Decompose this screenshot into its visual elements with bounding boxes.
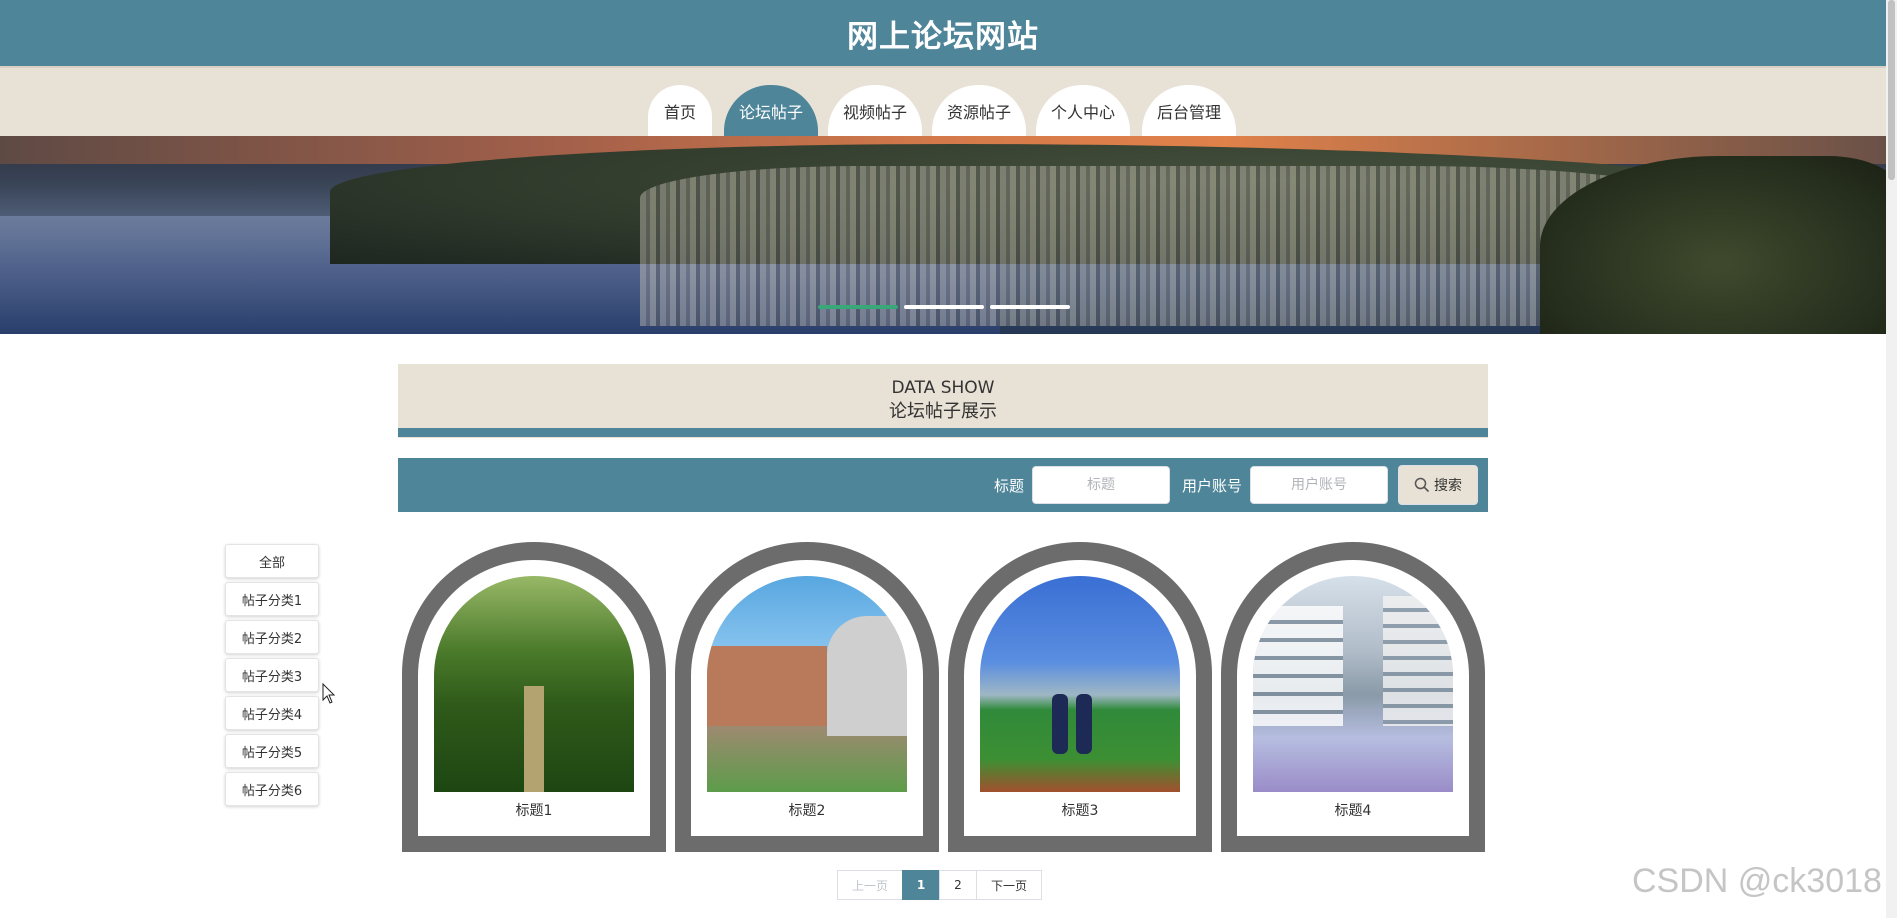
post-image[interactable]: [707, 576, 907, 792]
site-header: 网上论坛网站: [0, 0, 1886, 66]
post-card-inner: 标题2: [691, 560, 923, 836]
page-number-2[interactable]: 2: [939, 870, 977, 900]
post-card[interactable]: 标题1: [402, 542, 666, 852]
post-card-inner: 标题4: [1237, 560, 1469, 836]
search-icon: [1414, 477, 1430, 493]
prev-page-button[interactable]: 上一页: [837, 870, 903, 900]
watermark: CSDN @ck3018: [1632, 862, 1882, 900]
title-search-input[interactable]: [1031, 466, 1170, 504]
post-image[interactable]: [1253, 576, 1453, 792]
post-card-inner: 标题3: [964, 560, 1196, 836]
post-image[interactable]: [980, 576, 1180, 792]
next-page-button[interactable]: 下一页: [976, 870, 1042, 900]
category-list: 全部 帖子分类1 帖子分类2 帖子分类3 帖子分类4 帖子分类5 帖子分类6: [225, 544, 319, 810]
nav-item-home[interactable]: 首页: [648, 85, 712, 141]
banner-trees: [1540, 156, 1886, 334]
nav-item-admin[interactable]: 后台管理: [1142, 85, 1236, 141]
page: 网上论坛网站 首页 论坛帖子 视频帖子 资源帖子 个人中心 后台管理 DATA …: [0, 0, 1897, 918]
category-item[interactable]: 帖子分类4: [225, 696, 319, 730]
carousel-indicators: [818, 305, 1070, 309]
category-item[interactable]: 帖子分类1: [225, 582, 319, 616]
category-item[interactable]: 帖子分类5: [225, 734, 319, 768]
carousel-indicator-2[interactable]: [904, 305, 984, 309]
main-nav: 首页 论坛帖子 视频帖子 资源帖子 个人中心 后台管理: [0, 66, 1886, 141]
page-number-1[interactable]: 1: [902, 870, 940, 900]
search-button[interactable]: 搜索: [1398, 465, 1478, 505]
nav-item-forum-posts[interactable]: 论坛帖子: [724, 85, 818, 141]
category-item[interactable]: 帖子分类6: [225, 772, 319, 806]
nav-item-resource-posts[interactable]: 资源帖子: [932, 85, 1026, 141]
section-title-en: DATA SHOW: [891, 378, 995, 398]
section-divider: [398, 428, 1488, 437]
carousel-indicator-3[interactable]: [990, 305, 1070, 309]
category-item[interactable]: 帖子分类2: [225, 620, 319, 654]
pagination: 上一页 1 2 下一页: [837, 870, 1042, 900]
search-button-label: 搜索: [1434, 478, 1462, 494]
category-all[interactable]: 全部: [225, 544, 319, 578]
post-title[interactable]: 标题4: [1237, 800, 1469, 820]
account-search-label: 用户账号: [1181, 476, 1242, 495]
title-search-label: 标题: [993, 476, 1024, 495]
mouse-cursor-icon: [322, 683, 336, 704]
section-title-cn: 论坛帖子展示: [889, 401, 997, 422]
category-item[interactable]: 帖子分类3: [225, 658, 319, 692]
post-card[interactable]: 标题4: [1221, 542, 1485, 852]
post-card[interactable]: 标题3: [948, 542, 1212, 852]
post-card[interactable]: 标题2: [675, 542, 939, 852]
section-title: DATA SHOW 论坛帖子展示: [398, 364, 1488, 438]
nav-item-personal-center[interactable]: 个人中心: [1036, 85, 1130, 141]
nav-item-video-posts[interactable]: 视频帖子: [828, 85, 922, 141]
carousel-indicator-1[interactable]: [818, 305, 898, 309]
search-bar: 标题 用户账号 搜索: [398, 458, 1488, 512]
post-image[interactable]: [434, 576, 634, 792]
post-title[interactable]: 标题3: [964, 800, 1196, 820]
banner-carousel: [0, 136, 1886, 334]
post-title[interactable]: 标题2: [691, 800, 923, 820]
account-search-input[interactable]: [1250, 466, 1388, 504]
site-title: 网上论坛网站: [847, 18, 1039, 55]
page-scrollbar-thumb[interactable]: [1888, 0, 1895, 180]
post-card-inner: 标题1: [418, 560, 650, 836]
post-title[interactable]: 标题1: [418, 800, 650, 820]
